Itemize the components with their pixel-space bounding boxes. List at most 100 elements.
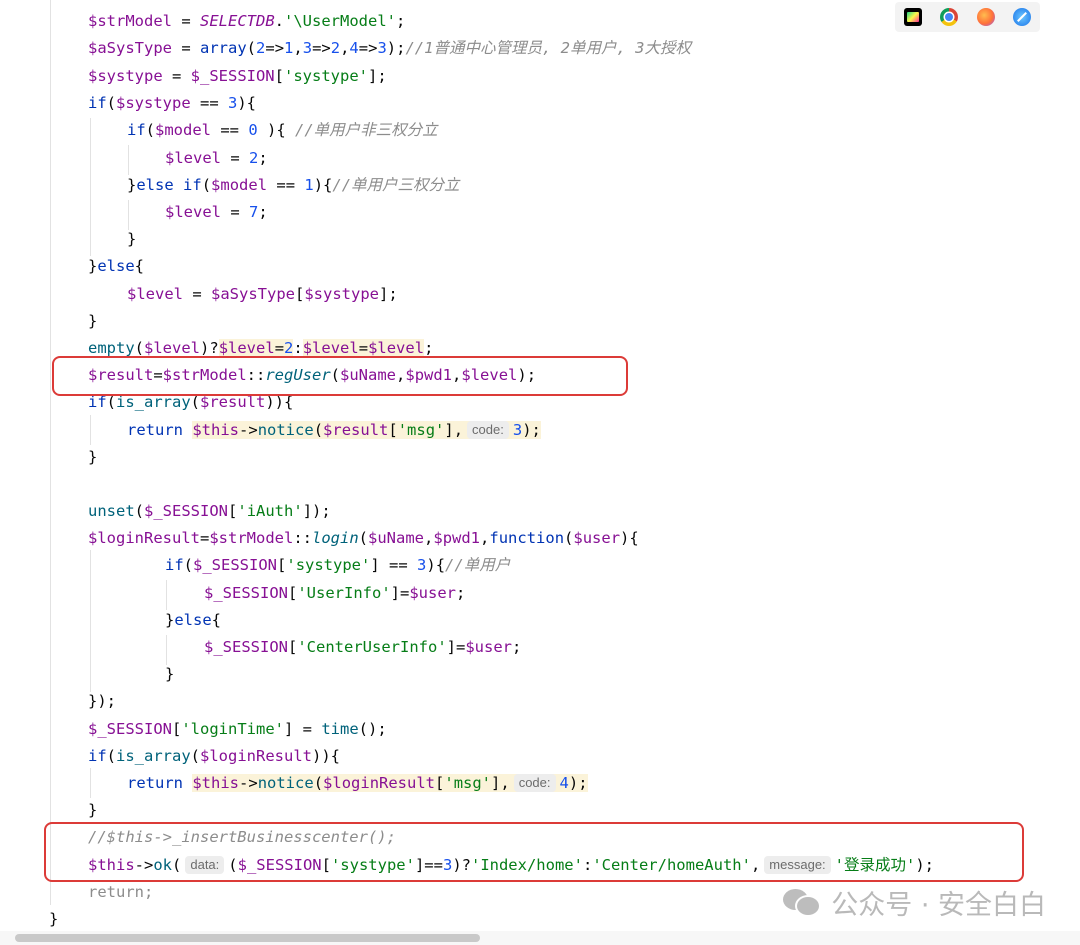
punctuation-token: [ <box>288 638 298 656</box>
operator-token: = <box>172 12 200 30</box>
code-line[interactable]: $_SESSION['loginTime'] = time(); <box>88 716 387 743</box>
code-line[interactable]: if(is_array($loginResult)){ <box>88 743 340 770</box>
horizontal-scrollbar[interactable] <box>0 931 1080 945</box>
code-line[interactable]: if($_SESSION['systype'] == 3){//单用户 <box>165 552 510 579</box>
browser-preview-toolbar <box>895 2 1040 32</box>
function-token: time <box>321 720 359 738</box>
operator-token: ] = <box>284 720 322 738</box>
punctuation-token: { <box>211 611 222 629</box>
variable-token: $level <box>144 339 201 357</box>
code-line[interactable]: } <box>88 308 97 335</box>
variable-token: $_SESSION <box>193 556 278 574</box>
code-line[interactable]: } <box>127 226 136 253</box>
code-line[interactable]: return $this->notice($loginResult['msg']… <box>127 770 588 797</box>
code-line[interactable]: } <box>49 906 58 933</box>
scrollbar-thumb[interactable] <box>15 934 480 942</box>
punctuation-token: } <box>88 257 98 275</box>
operator-token: ] == <box>370 556 418 574</box>
operator-token: == <box>267 176 305 194</box>
firefox-icon[interactable] <box>976 8 995 26</box>
punctuation-token: ]; <box>379 285 398 303</box>
punctuation-token: ){ <box>426 556 446 574</box>
watermark-text: 公众号 · 安全白白 <box>831 889 1046 921</box>
code-line[interactable]: return; <box>88 879 153 906</box>
punctuation-token: [ <box>274 67 284 85</box>
punctuation-token: ( <box>106 747 117 765</box>
code-line[interactable]: return $this->notice($result['msg'], code… <box>127 417 541 444</box>
function-token: notice <box>257 421 314 439</box>
punctuation-token: ){ <box>620 529 639 547</box>
punctuation-token: } <box>127 230 137 248</box>
code-line[interactable]: } <box>88 444 97 471</box>
number-token: 3 <box>377 39 387 57</box>
punctuation-token: [ <box>228 502 238 520</box>
number-token: 7 <box>249 203 259 221</box>
string-token: 'iAuth' <box>237 502 303 520</box>
operator-token: = <box>221 203 249 221</box>
code-line[interactable]: $_SESSION['UserInfo']=$user; <box>204 580 465 607</box>
number-token: 3 <box>417 556 427 574</box>
code-line[interactable]: unset($_SESSION['iAuth']); <box>88 498 331 525</box>
code-editor[interactable]: $strModel = SELECTDB.'\UserModel'; $aSys… <box>0 0 1080 928</box>
punctuation-token: ); <box>522 421 541 439</box>
number-token: 2 <box>249 149 259 167</box>
variable-token: $strModel <box>88 12 172 30</box>
comment-token: //单用户 <box>445 556 511 574</box>
code-line[interactable]: $_SESSION['CenterUserInfo']=$user; <box>204 634 521 661</box>
variable-token: $level <box>368 339 425 357</box>
code-line[interactable]: }); <box>88 688 116 715</box>
keyword-token: if <box>165 556 184 574</box>
punctuation-token: [ <box>288 584 298 602</box>
variable-token: $level <box>302 339 359 357</box>
code-line[interactable]: }else{ <box>88 253 144 280</box>
safari-icon[interactable] <box>1012 8 1031 26</box>
variable-token: $_SESSION <box>144 502 229 520</box>
string-token: '\UserModel' <box>284 12 396 30</box>
code-line[interactable]: $level = $aSysType[$systype]; <box>127 281 398 308</box>
punctuation-token: ; <box>512 638 522 656</box>
code-line[interactable]: } <box>88 797 97 824</box>
keyword-token: else <box>97 257 135 275</box>
punctuation-token: ; <box>258 203 268 221</box>
variable-token: $aSysType <box>88 39 172 57</box>
function-token: notice <box>257 774 314 792</box>
code-line[interactable]: $strModel = SELECTDB.'\UserModel'; <box>88 8 405 35</box>
variable-token: $uName <box>368 529 425 547</box>
code-line[interactable]: $systype = $_SESSION['systype']; <box>88 63 387 90</box>
comment-token: //单用户非三权分立 <box>295 121 438 139</box>
punctuation-token: ); <box>386 39 406 57</box>
variable-token: $user <box>465 638 512 656</box>
punctuation-token: ; <box>456 584 466 602</box>
code-line[interactable]: $level = 7; <box>165 199 268 226</box>
operator-token: ]= <box>390 584 410 602</box>
punctuation-token: ; <box>424 339 434 357</box>
operator-token: = <box>199 529 210 547</box>
code-line[interactable]: $aSysType = array(2=>1,3=>2,4=>3);//1普通中… <box>88 35 691 62</box>
variable-token: $pwd1 <box>433 529 481 547</box>
phpstorm-icon[interactable] <box>904 8 923 26</box>
variable-token: $_SESSION <box>190 67 275 85</box>
operator-token: = <box>274 339 285 357</box>
number-token: 3 <box>302 39 313 57</box>
number-token: 4 <box>559 774 569 792</box>
variable-token: $loginResult <box>323 774 436 792</box>
string-token: 'msg' <box>444 774 492 792</box>
variable-token: $this <box>192 774 240 792</box>
variable-token: $systype <box>88 67 163 85</box>
code-line[interactable]: $level = 2; <box>165 145 268 172</box>
chrome-icon[interactable] <box>940 8 959 26</box>
code-line[interactable]: } <box>165 661 174 688</box>
string-token: 'systype' <box>284 67 368 85</box>
variable-token: $result <box>323 421 389 439</box>
code-line[interactable]: $loginResult=$strModel::login($uName,$pw… <box>88 525 639 552</box>
code-line[interactable]: }else{ <box>165 607 221 634</box>
code-line[interactable]: }else if($model == 1){//单用户三权分立 <box>127 172 460 199</box>
number-token: 3 <box>512 421 523 439</box>
variable-token: $systype <box>304 285 379 303</box>
punctuation-token: ( <box>358 529 369 547</box>
punctuation-token: } <box>165 611 175 629</box>
code-line[interactable]: if($systype == 3){ <box>88 90 256 117</box>
code-line[interactable]: if($model == 0 ){ //单用户非三权分立 <box>127 117 438 144</box>
